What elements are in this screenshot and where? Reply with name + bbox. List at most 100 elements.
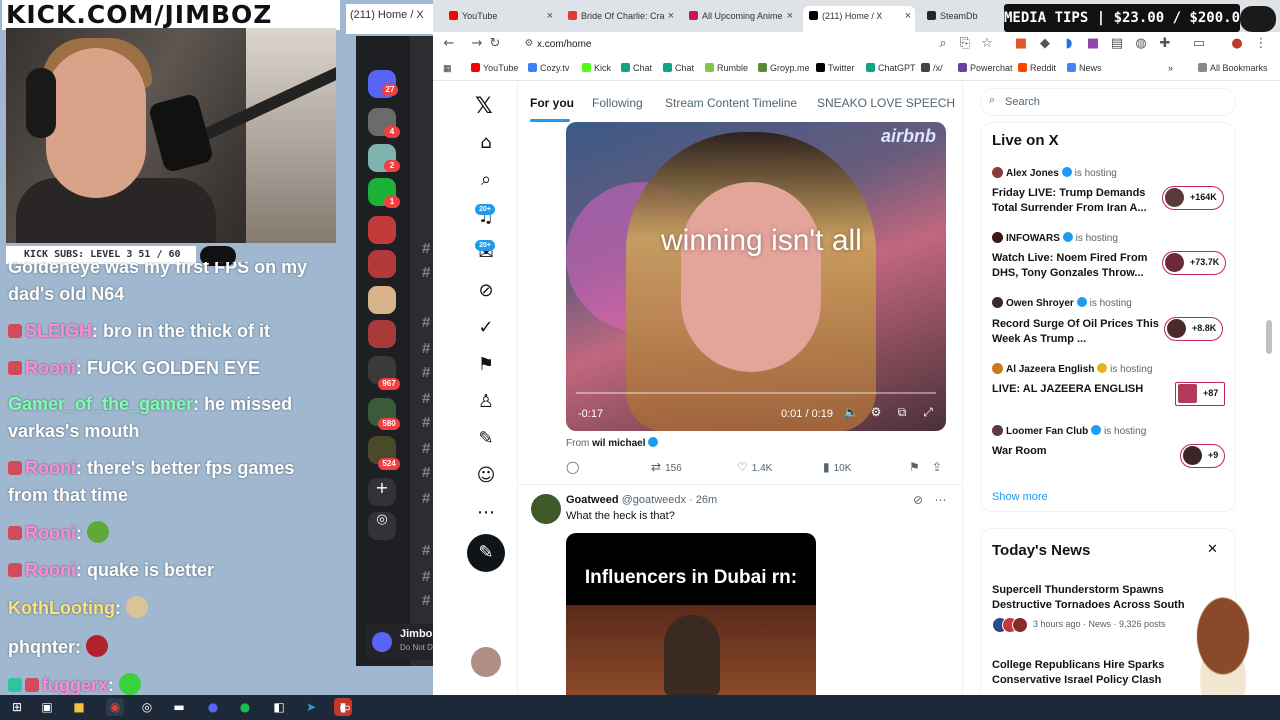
live-title[interactable]: Record Surge Of Oil Prices This Week As … <box>992 317 1162 347</box>
avatar[interactable] <box>372 632 392 652</box>
app-icon[interactable]: ▭ <box>336 698 354 716</box>
like-button[interactable]: ♡ 1.4K <box>737 460 772 474</box>
bookmark-reddit[interactable]: Reddit <box>1018 62 1056 75</box>
tab-sneako-love-speech[interactable]: SNEAKO LOVE SPEECH <box>817 96 955 110</box>
bookmark-news[interactable]: News <box>1067 62 1102 75</box>
server-icon[interactable] <box>368 250 396 278</box>
share-button[interactable]: ⇪ <box>932 460 946 474</box>
extension-icon[interactable]: ◍ <box>1133 37 1149 51</box>
extension-icon[interactable]: ■ <box>1085 37 1101 51</box>
live-listener-pill[interactable]: +9 <box>1180 444 1226 468</box>
live-listener-pill[interactable]: +87 <box>1175 382 1226 406</box>
tweet-image[interactable]: Influencers in Dubai rn: <box>566 533 816 695</box>
avatar[interactable] <box>471 647 501 677</box>
articles-icon[interactable]: ✎ <box>475 428 497 450</box>
app-icon[interactable]: ▬ <box>170 698 188 716</box>
verified-icon[interactable]: ✓ <box>475 317 497 339</box>
telegram-icon[interactable]: ➤ <box>302 698 320 716</box>
close-icon[interactable]: × <box>547 6 553 26</box>
fullscreen-icon[interactable]: ⤢ <box>920 405 936 420</box>
bookmark-kick[interactable]: Kick <box>582 62 611 75</box>
live-host[interactable]: Owen Shroyer is hosting <box>992 297 1132 309</box>
steam-icon[interactable]: ◎ <box>138 698 156 716</box>
bookmark-cozytv[interactable]: Cozy.tv <box>528 62 569 75</box>
search-input[interactable]: Search <box>980 88 1236 116</box>
install-icon[interactable]: ⎘ <box>957 37 973 51</box>
mute-icon[interactable]: 🔈 <box>843 405 859 419</box>
live-host[interactable]: Al Jazeera English is hosting <box>992 363 1152 375</box>
start-icon[interactable]: ⊞ <box>8 698 26 716</box>
add-server-icon[interactable]: + <box>368 478 396 506</box>
news-headline[interactable]: College Republicans Hire Sparks Conserva… <box>992 658 1202 688</box>
views-button[interactable]: ▮ 10K <box>823 460 851 474</box>
server-icon[interactable] <box>368 320 396 348</box>
bookmark-powerchat[interactable]: Powerchat <box>958 62 1013 75</box>
tab-upcoming-anime[interactable]: All Upcoming Anime × <box>685 6 797 26</box>
server-icon[interactable] <box>368 216 396 244</box>
live-listener-pill[interactable]: +164K <box>1162 186 1224 210</box>
close-icon[interactable]: × <box>787 6 793 26</box>
close-icon[interactable]: × <box>668 6 674 26</box>
task-view-icon[interactable]: ▣ <box>38 698 56 716</box>
forward-icon[interactable]: → <box>469 37 485 51</box>
video-player[interactable]: airbnb winning isn't all -0:17 0:01 / 0:… <box>566 122 946 431</box>
extensions-puzzle-icon[interactable]: ✚ <box>1157 37 1173 51</box>
pip-icon[interactable]: ⧉ <box>894 405 910 420</box>
close-icon[interactable]: ✕ <box>1207 542 1218 557</box>
more-icon[interactable]: ⋯ <box>935 493 947 507</box>
bookmark-chat[interactable]: Chat <box>663 62 694 75</box>
extension-icon[interactable]: ◗ <box>1061 37 1077 51</box>
back-icon[interactable]: ← <box>441 37 457 51</box>
live-title[interactable]: Friday LIVE: Trump Demands Total Surrend… <box>992 186 1162 216</box>
bookmark-chat[interactable]: Chat <box>621 62 652 75</box>
bookmark-rumble[interactable]: Rumble <box>705 62 748 75</box>
tab-bride-of-charlie[interactable]: Bride Of Charlie: Cra × <box>564 6 678 26</box>
retweet-button[interactable]: ⇄ 156 <box>651 460 682 474</box>
live-title[interactable]: Watch Live: Noem Fired From DHS, Tony Go… <box>992 251 1162 281</box>
tweet-author[interactable]: Goatweed @goatweedx · 26m <box>566 494 717 506</box>
home-icon[interactable]: ⌂ <box>475 132 497 154</box>
tab-following[interactable]: Following <box>592 96 643 110</box>
live-title[interactable]: War Room <box>992 444 1162 459</box>
jobs-icon[interactable]: ♙ <box>475 391 497 413</box>
bookmark-groyp[interactable]: Groyp.me <box>758 62 810 75</box>
bookmark-youtube[interactable]: YouTube <box>471 62 518 75</box>
grok-icon[interactable]: ⊘ <box>475 280 497 302</box>
bookmark-twitter[interactable]: Twitter <box>816 62 855 75</box>
live-listener-pill[interactable]: +8.8K <box>1164 317 1224 341</box>
reply-button[interactable]: ◯ <box>566 460 583 474</box>
file-explorer-icon[interactable]: ■ <box>70 698 88 716</box>
address-bar[interactable]: x.com/home <box>517 36 967 54</box>
reload-icon[interactable]: ↻ <box>487 37 503 51</box>
tab-stream-content-timeline[interactable]: Stream Content Timeline <box>665 96 797 110</box>
zoom-icon[interactable]: ⌕ <box>935 37 951 51</box>
profile-icon[interactable]: ● <box>1229 37 1245 51</box>
x-logo-icon[interactable]: 𝕏 <box>475 94 493 119</box>
settings-icon[interactable]: ⚙ <box>868 405 884 419</box>
apps-icon[interactable]: ▦ <box>443 62 452 75</box>
video-progress-bar[interactable] <box>576 392 936 394</box>
spotify-icon[interactable]: ● <box>236 698 254 716</box>
live-host[interactable]: INFOWARS is hosting <box>992 232 1118 244</box>
app-icon[interactable]: ◧ <box>270 698 288 716</box>
extension-icon[interactable]: ◆ <box>1037 37 1053 51</box>
grok-icon[interactable]: ⊘ <box>913 493 923 507</box>
bookmark-star-icon[interactable]: ☆ <box>979 37 995 51</box>
tab-steamdb[interactable]: SteamDb <box>923 6 1003 26</box>
extension-icon[interactable]: ▤ <box>1109 37 1125 51</box>
tab-for-you[interactable]: For you <box>530 96 574 110</box>
chrome-icon[interactable]: ◉ <box>106 698 124 716</box>
show-more-link[interactable]: Show more <box>992 491 1048 503</box>
avatar[interactable] <box>531 494 561 524</box>
profile-icon[interactable]: ☺ <box>475 465 497 487</box>
discord-icon[interactable]: ● <box>204 698 222 716</box>
bookmarks-icon[interactable]: ⚑ <box>475 354 497 376</box>
close-icon[interactable]: × <box>905 6 911 26</box>
more-icon[interactable]: ⋯ <box>475 502 497 524</box>
live-host[interactable]: Alex Jones is hosting <box>992 167 1117 179</box>
source-user[interactable]: wil michael <box>592 438 645 449</box>
live-listener-pill[interactable]: +73.7K <box>1162 251 1227 275</box>
live-title[interactable]: LIVE: AL JAZEERA ENGLISH <box>992 382 1162 397</box>
live-host[interactable]: Loomer Fan Club is hosting <box>992 425 1146 437</box>
search-icon[interactable]: ⌕ <box>475 169 497 191</box>
